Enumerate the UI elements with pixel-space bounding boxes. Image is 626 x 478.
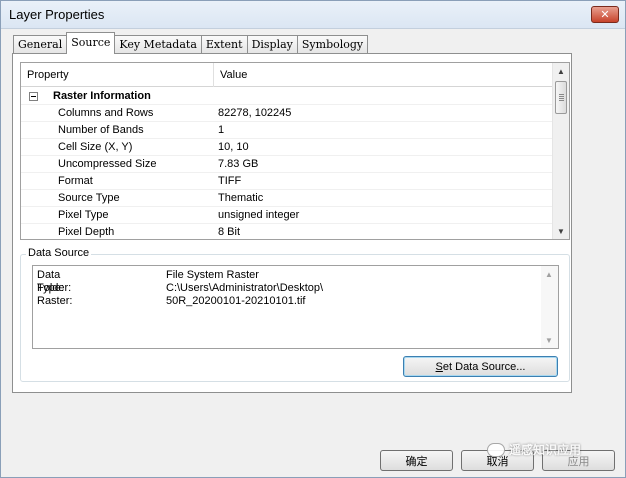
data-source-scrollbar[interactable]: ▲ ▼ <box>541 266 558 348</box>
data-source-label: Data Source <box>26 247 92 259</box>
property-name: Pixel Type <box>58 209 109 221</box>
table-row[interactable]: Uncompressed Size 7.83 GB <box>21 156 553 173</box>
table-row[interactable]: Format TIFF <box>21 173 553 190</box>
column-header-property[interactable]: Property <box>21 63 214 87</box>
window-title: Layer Properties <box>9 7 105 22</box>
table-row[interactable]: Columns and Rows 82278, 102245 <box>21 105 553 122</box>
set-data-source-label: Set Data Source... <box>435 360 526 373</box>
property-value: unsigned integer <box>218 209 300 221</box>
set-data-source-button[interactable]: Set Data Source... <box>403 356 558 377</box>
property-value: Thematic <box>218 192 264 204</box>
scroll-up-arrow-icon[interactable]: ▲ <box>553 63 569 79</box>
property-value: 10, 10 <box>218 141 249 153</box>
ok-button[interactable]: 确定 <box>380 450 453 471</box>
raster-key: Raster: <box>37 295 73 307</box>
property-name: Source Type <box>58 192 120 204</box>
table-row[interactable]: Source Type Thematic <box>21 190 553 207</box>
tab-extent[interactable]: Extent <box>200 35 248 54</box>
property-name: Number of Bands <box>58 124 144 136</box>
folder-key: Folder: <box>37 282 72 294</box>
data-source-textbox[interactable]: Data Type: File System Raster Folder: C:… <box>32 265 559 349</box>
property-grid-header: Property Value <box>21 63 553 87</box>
property-value: 8 Bit <box>218 226 241 238</box>
data-type-value: File System Raster <box>166 269 259 281</box>
property-name: Format <box>58 175 93 187</box>
tab-key-metadata[interactable]: Key Metadata <box>114 35 202 54</box>
tab-symbology[interactable]: Symbology <box>296 35 369 54</box>
layer-properties-dialog: Layer Properties ✕ General Source Key Me… <box>0 0 626 478</box>
property-name: Cell Size (X, Y) <box>58 141 133 153</box>
group-label: Raster Information <box>53 90 151 102</box>
property-value: 82278, 102245 <box>218 107 292 119</box>
column-header-value[interactable]: Value <box>214 63 553 87</box>
close-icon: ✕ <box>600 9 610 21</box>
scroll-down-arrow-icon[interactable]: ▼ <box>541 332 557 348</box>
tab-general[interactable]: General <box>13 35 68 54</box>
property-grid: Property Value Raster Information Column… <box>20 62 570 240</box>
scrollbar-thumb[interactable] <box>555 81 567 114</box>
watermark-text: 遥感知识应用 <box>509 443 582 457</box>
property-name: Uncompressed Size <box>58 158 157 170</box>
tab-display[interactable]: Display <box>246 35 298 54</box>
group-value <box>214 88 553 105</box>
property-name: Pixel Depth <box>58 226 115 238</box>
property-value: 7.83 GB <box>218 158 259 170</box>
wechat-logo-icon <box>487 442 505 457</box>
scroll-up-arrow-icon[interactable]: ▲ <box>541 266 557 282</box>
table-row[interactable]: Pixel Type unsigned integer <box>21 207 553 224</box>
watermark: 遥感知识应用 <box>487 441 581 458</box>
property-name: Columns and Rows <box>58 107 154 119</box>
property-grid-body: Raster Information Columns and Rows 8227… <box>21 88 553 239</box>
folder-value: C:\Users\Administrator\Desktop\ <box>166 282 324 294</box>
title-bar: Layer Properties ✕ <box>1 1 625 29</box>
property-value: 1 <box>218 124 225 136</box>
table-row[interactable]: Number of Bands 1 <box>21 122 553 139</box>
property-value: TIFF <box>218 175 242 187</box>
group-row-raster-information[interactable]: Raster Information <box>21 88 553 105</box>
tab-strip: General Source Key Metadata Extent Displ… <box>13 32 369 54</box>
table-row[interactable]: Pixel Depth 8 Bit <box>21 224 553 239</box>
tab-source[interactable]: Source <box>66 32 116 54</box>
property-grid-scrollbar[interactable]: ▲ ▼ <box>552 63 569 239</box>
table-row[interactable]: Cell Size (X, Y) 10, 10 <box>21 139 553 156</box>
raster-value: 50R_20200101-20210101.tif <box>166 295 306 307</box>
close-button[interactable]: ✕ <box>591 6 619 23</box>
scroll-down-arrow-icon[interactable]: ▼ <box>553 223 569 239</box>
